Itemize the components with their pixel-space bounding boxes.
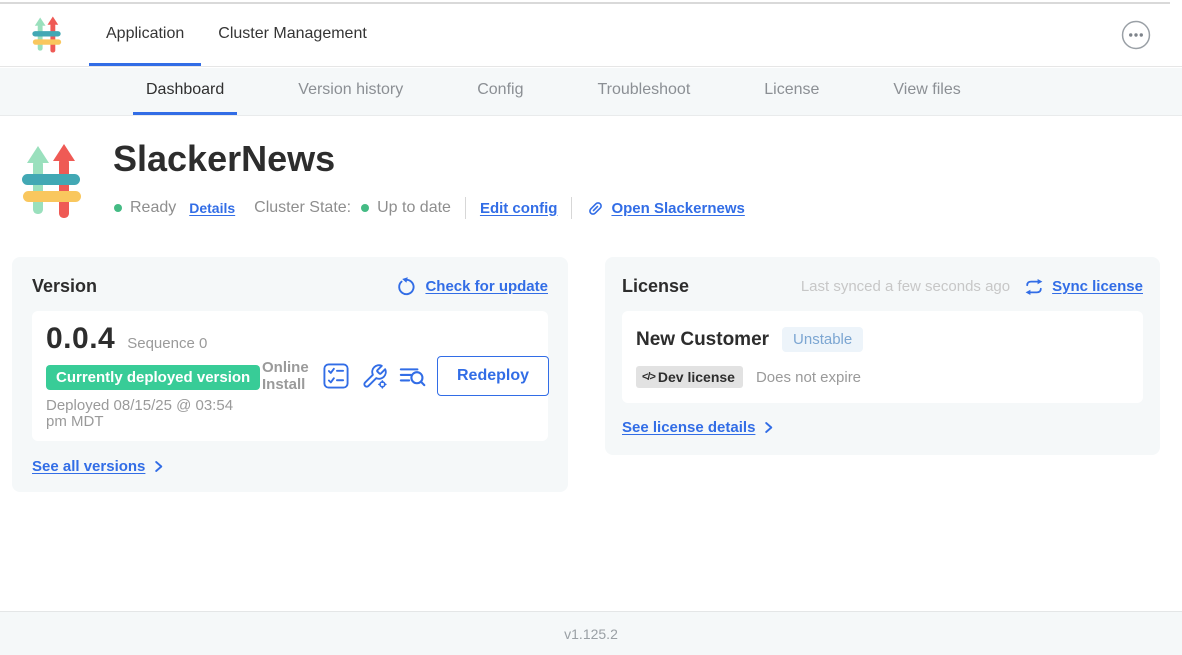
app-status-dot (114, 204, 122, 212)
license-type-label: Dev license (658, 369, 735, 385)
subnav-tab-troubleshoot[interactable]: Troubleshoot (584, 68, 703, 115)
deployed-badge: Currently deployed version (46, 365, 260, 390)
hashtag-arrows-icon (30, 15, 64, 55)
redeploy-button[interactable]: Redeploy (437, 356, 549, 396)
subnav-tab-dashboard[interactable]: Dashboard (133, 68, 237, 115)
app-logo-large (22, 140, 82, 224)
license-card: License Last synced a few seconds ago Sy… (605, 257, 1160, 455)
ellipsis-icon (1120, 19, 1152, 51)
tab-cluster-management[interactable]: Cluster Management (201, 4, 384, 66)
open-app-link[interactable]: Open Slackernews (611, 200, 744, 217)
console-version: v1.125.2 (564, 626, 618, 642)
license-panel: New Customer Unstable </> Dev license Do… (622, 311, 1143, 403)
more-menu-button[interactable] (1120, 19, 1152, 51)
sequence-label: Sequence 0 (127, 335, 207, 352)
app-header-section: SlackerNews Ready Details Cluster State:… (0, 116, 1182, 257)
subnav-tab-view-files-label: View files (893, 81, 960, 99)
version-info: 0.0.4 Sequence 0 Currently deployed vers… (46, 322, 262, 430)
subnav-tab-version-history-label: Version history (298, 81, 403, 99)
version-card-title: Version (32, 276, 97, 297)
hashtag-arrows-icon (22, 140, 82, 224)
app-sub-nav: Dashboard Version history Config Trouble… (0, 68, 1182, 116)
last-synced-text: Last synced a few seconds ago (801, 278, 1010, 295)
code-brackets-icon: </> (642, 371, 655, 383)
top-nav: Application Cluster Management (0, 4, 1182, 67)
check-for-update-link[interactable]: Check for update (425, 278, 548, 295)
license-type-badge: </> Dev license (636, 366, 743, 388)
channel-badge: Unstable (782, 327, 863, 352)
cluster-state-dot (361, 204, 369, 212)
license-card-header: License Last synced a few seconds ago Sy… (622, 276, 1143, 297)
divider (571, 197, 572, 219)
details-link[interactable]: Details (189, 200, 235, 216)
divider (465, 197, 466, 219)
app-logo[interactable] (30, 15, 64, 55)
version-card-header: Version Check for update (32, 276, 548, 297)
subnav-tab-config[interactable]: Config (464, 68, 536, 115)
app-title: SlackerNews (113, 138, 335, 180)
wrench-gear-icon[interactable] (361, 363, 388, 390)
see-license-details-link[interactable]: See license details (622, 419, 755, 436)
edit-config-link[interactable]: Edit config (480, 200, 558, 217)
footer: v1.125.2 (0, 611, 1182, 655)
dashboard-cards: Version Check for update 0.0.4 Sequence … (12, 257, 1160, 492)
preflight-checks-icon[interactable] (323, 363, 350, 390)
subnav-tab-view-files[interactable]: View files (880, 68, 973, 115)
expiry-text: Does not expire (756, 369, 861, 386)
app-status-text: Ready (130, 199, 176, 217)
deployed-timestamp: Deployed 08/15/25 @ 03:54 pm MDT (46, 398, 256, 430)
license-card-title: License (622, 276, 689, 297)
app-status-row: Ready Details Cluster State: Up to date … (114, 197, 745, 219)
current-version-panel: 0.0.4 Sequence 0 Currently deployed vers… (32, 311, 548, 441)
subnav-tab-license-label: License (764, 81, 819, 99)
sync-arrows-icon (1024, 277, 1044, 297)
see-all-versions-link[interactable]: See all versions (32, 458, 145, 475)
check-for-update: Check for update (397, 277, 548, 297)
tab-application[interactable]: Application (89, 4, 201, 66)
sync-license: Sync license (1024, 277, 1143, 297)
subnav-tab-troubleshoot-label: Troubleshoot (597, 81, 690, 99)
sync-license-link[interactable]: Sync license (1052, 278, 1143, 295)
version-number: 0.0.4 (46, 322, 115, 356)
cluster-state-label: Cluster State: (254, 199, 351, 217)
install-type-label: Online Install (262, 359, 312, 394)
see-license-details-row: See license details (622, 419, 1143, 436)
refresh-icon (397, 277, 417, 297)
top-nav-tabs: Application Cluster Management (89, 4, 384, 66)
tab-application-label: Application (106, 25, 184, 43)
version-actions: Online Install (262, 356, 549, 396)
see-all-versions-row: See all versions (32, 458, 548, 475)
subnav-tab-dashboard-label: Dashboard (146, 81, 224, 99)
chevron-right-icon (761, 420, 776, 435)
customer-name: New Customer (636, 329, 769, 351)
subnav-tab-license[interactable]: License (751, 68, 832, 115)
cluster-state-value: Up to date (377, 199, 451, 217)
tab-cluster-management-label: Cluster Management (218, 25, 367, 43)
subnav-tab-config-label: Config (477, 81, 523, 99)
subnav-tab-version-history[interactable]: Version history (285, 68, 416, 115)
view-logs-icon[interactable] (399, 363, 426, 390)
link-icon (586, 199, 605, 218)
chevron-right-icon (151, 459, 166, 474)
version-card: Version Check for update 0.0.4 Sequence … (12, 257, 568, 492)
